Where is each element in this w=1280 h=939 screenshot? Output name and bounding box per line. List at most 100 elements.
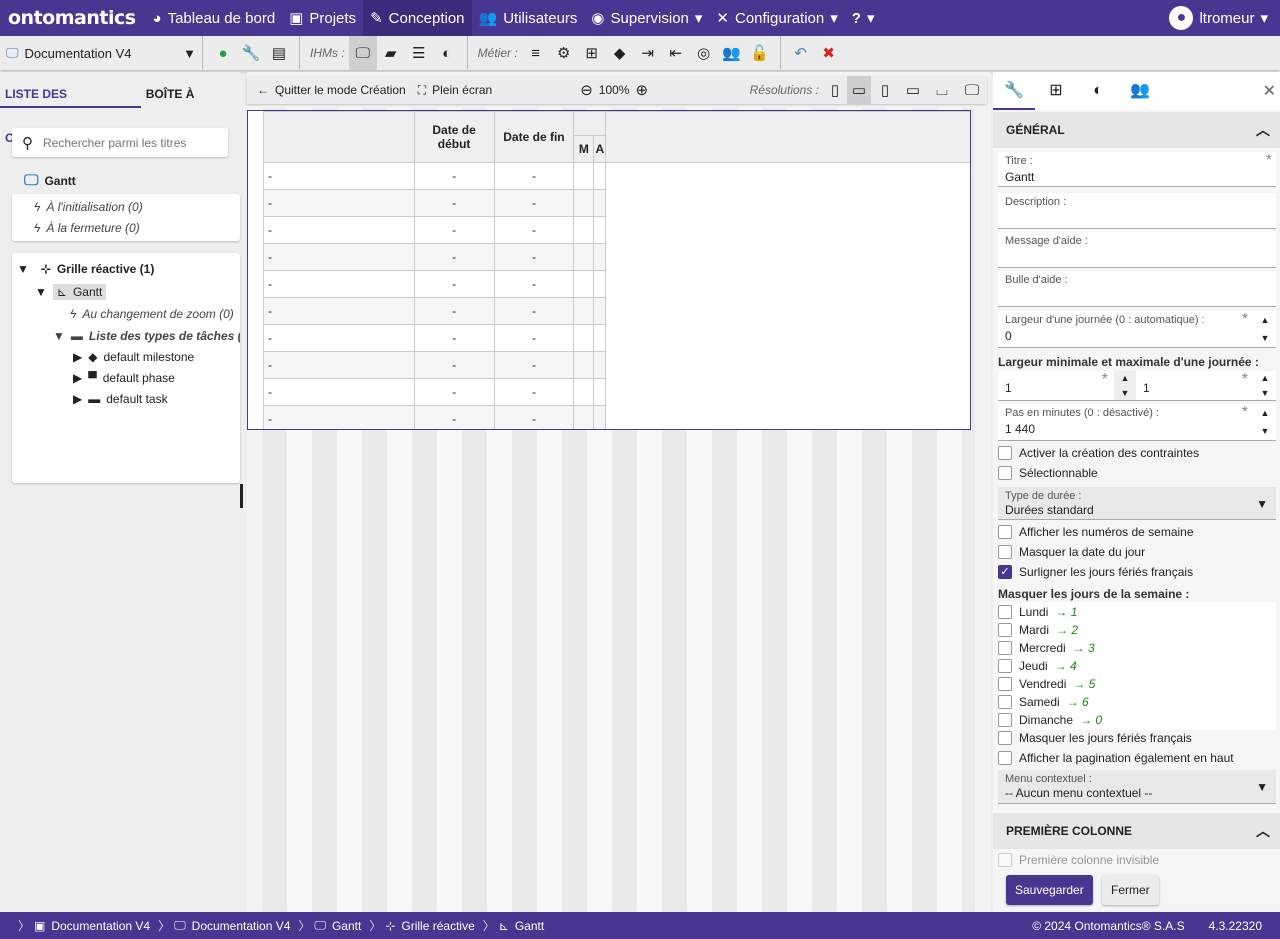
help-message-field[interactable]: Message d'aide : bbox=[998, 232, 1276, 268]
undo-icon[interactable]: ↶ bbox=[787, 36, 815, 70]
root-control[interactable]: 🖵 Gantt bbox=[24, 172, 76, 189]
play-icon[interactable]: ● bbox=[209, 36, 237, 70]
weekday-checkbox[interactable]: Mardi → 2 bbox=[998, 623, 1078, 637]
stepper[interactable]: ▲ ▼ bbox=[1254, 404, 1276, 440]
context-menu-select[interactable]: Menu contextuel : -- Aucun menu contextue… bbox=[998, 770, 1276, 804]
tree-task-types[interactable]: ▼ ▬ Liste des types de tâches (3) bbox=[53, 329, 240, 343]
checkbox[interactable] bbox=[998, 525, 1012, 539]
file-import-icon[interactable]: ⇤ bbox=[662, 36, 690, 70]
day-width-field[interactable]: Largeur d'une journée (0 : automatique) … bbox=[998, 311, 1276, 348]
breadcrumb-item[interactable]: 🖵 Gantt bbox=[298, 917, 371, 934]
step-minutes-field[interactable]: Pas en minutes (0 : désactivé) : 1 440 * ▲ ▼ bbox=[998, 404, 1276, 441]
palette-icon[interactable]: ◐ bbox=[433, 36, 461, 70]
user-menu[interactable]: ● ltromeur ▾ bbox=[1169, 6, 1280, 30]
table-icon[interactable]: ⊞ bbox=[578, 36, 606, 70]
close-button[interactable]: Fermer bbox=[1102, 875, 1159, 905]
first-column-invisible-checkbox[interactable]: Première colonne invisible bbox=[998, 853, 1159, 867]
max-day-width-field[interactable]: 1 * ▲ ▼ bbox=[1136, 371, 1276, 401]
checkbox-option[interactable]: Activer la création des contraintes bbox=[998, 446, 1199, 460]
checkbox[interactable] bbox=[998, 731, 1012, 745]
splitter-handle[interactable] bbox=[240, 484, 243, 508]
checkbox-option[interactable]: ✓ Surligner les jours fériés français bbox=[998, 565, 1193, 579]
nav-users[interactable]: 👥 Utilisateurs bbox=[472, 0, 585, 36]
tree-gantt[interactable]: ▼ ⊾ Gantt bbox=[35, 284, 107, 300]
checkbox[interactable] bbox=[998, 605, 1012, 619]
file-export-icon[interactable]: ⇥ bbox=[634, 36, 662, 70]
tab-controls-list[interactable]: LISTE DES CONTRÔLES bbox=[0, 72, 141, 145]
comment-alert-icon[interactable]: ▰ bbox=[377, 36, 405, 70]
min-day-width-field[interactable]: 1 * ▲ ▼ bbox=[998, 371, 1136, 401]
checkbox[interactable] bbox=[998, 466, 1012, 480]
tablet-portrait-icon[interactable]: ▯ bbox=[871, 76, 899, 104]
checkbox[interactable] bbox=[998, 659, 1012, 673]
table-row[interactable]: --- bbox=[263, 162, 970, 190]
laptop-icon[interactable]: ⌴ bbox=[927, 76, 957, 104]
checkbox[interactable] bbox=[998, 545, 1012, 559]
gantt-preview[interactable]: Date de début Date de fin MA ------------… bbox=[247, 110, 971, 430]
table-row[interactable]: --- bbox=[263, 405, 970, 429]
table-row[interactable]: --- bbox=[263, 189, 970, 217]
checkbox-option[interactable]: Sélectionnable bbox=[998, 466, 1098, 480]
table-icon[interactable]: ⊞ bbox=[1035, 72, 1077, 110]
zoom-in-icon[interactable]: ⊕ bbox=[635, 81, 648, 99]
event-zoom[interactable]: ϟ Au changement de zoom (0) bbox=[70, 307, 234, 321]
weekday-checkbox[interactable]: Dimanche → 0 bbox=[998, 713, 1102, 727]
table-row[interactable]: --- bbox=[263, 216, 970, 244]
tree-milestone[interactable]: ▶ ◆ default milestone bbox=[73, 350, 194, 364]
tooltip-field[interactable]: Bulle d'aide : bbox=[998, 271, 1276, 307]
globe-gear-icon[interactable]: ◎ bbox=[690, 36, 718, 70]
mobile-portrait-icon[interactable]: ▯ bbox=[823, 76, 847, 104]
checkbox[interactable]: ✓ bbox=[998, 565, 1012, 579]
description-field[interactable]: Description : bbox=[998, 193, 1276, 229]
table-row[interactable]: --- bbox=[263, 243, 970, 271]
cogs-icon[interactable]: ⚙ bbox=[550, 36, 578, 70]
title-field[interactable]: Titre : Gantt * bbox=[998, 152, 1276, 187]
fullscreen-button[interactable]: ⛶ Plein écran bbox=[406, 83, 492, 98]
zoom-out-icon[interactable]: ⊖ bbox=[580, 81, 593, 99]
app-select[interactable]: 🖵 Documentation V4 ▼ bbox=[0, 45, 196, 61]
desktop-icon[interactable]: 🖵 bbox=[957, 76, 987, 104]
checkbox[interactable] bbox=[998, 713, 1012, 727]
cancel-icon[interactable]: ✖ bbox=[815, 36, 843, 70]
breadcrumb-item[interactable]: ⊹ Grille réactive bbox=[369, 917, 484, 934]
table-row[interactable]: --- bbox=[263, 324, 970, 352]
unlock-icon[interactable]: 🔓 bbox=[746, 36, 774, 70]
nav-supervision[interactable]: ◉ Supervision ▾ bbox=[584, 0, 709, 36]
event-init[interactable]: ϟ À l'initialisation (0) bbox=[34, 200, 143, 214]
wrench-icon[interactable]: 🔧 bbox=[237, 36, 265, 70]
breadcrumb-item[interactable]: ⊾ Gantt bbox=[483, 917, 554, 934]
breadcrumb-item[interactable]: ▣ Documentation V4 bbox=[18, 917, 160, 934]
stepper[interactable]: ▲ ▼ bbox=[1254, 311, 1276, 347]
newspaper-icon[interactable]: ▤ bbox=[265, 36, 293, 70]
tree-phase[interactable]: ▶ ▀ default phase bbox=[73, 371, 175, 385]
checkbox[interactable] bbox=[998, 677, 1012, 691]
tablet-landscape-icon[interactable]: ▭ bbox=[899, 76, 927, 104]
nav-dashboard[interactable]: ◕ Tableau de bord bbox=[146, 0, 283, 36]
users-gear-icon[interactable]: 👥 bbox=[718, 36, 746, 70]
checkbox-option[interactable]: Afficher la pagination également en haut bbox=[998, 751, 1234, 765]
table-row[interactable]: --- bbox=[263, 378, 970, 406]
palette-icon[interactable]: ◐ bbox=[1077, 72, 1119, 110]
nav-conception[interactable]: ✎ Conception bbox=[363, 0, 472, 36]
event-close[interactable]: ϟ À la fermeture (0) bbox=[34, 221, 140, 235]
nav-projects[interactable]: ▣ Projets bbox=[282, 0, 363, 36]
checkbox[interactable] bbox=[998, 695, 1012, 709]
section-first-column[interactable]: PREMIÈRE COLONNE ︿ bbox=[993, 813, 1280, 849]
weekday-checkbox[interactable]: Lundi → 1 bbox=[998, 605, 1077, 619]
tree-grid[interactable]: ▼ ⊹ Grille réactive (1) bbox=[17, 262, 154, 276]
breadcrumb-item[interactable]: 🖵 Documentation V4 bbox=[158, 917, 300, 934]
table-row[interactable]: --- bbox=[263, 297, 970, 325]
duration-type-select[interactable]: Type de durée : Durées standard ▼ bbox=[998, 487, 1276, 520]
table-row[interactable]: --- bbox=[263, 270, 970, 298]
search-input[interactable] bbox=[43, 135, 213, 150]
nav-configuration[interactable]: ✕ Configuration ▾ bbox=[709, 0, 844, 36]
users-gear-icon[interactable]: 👥 bbox=[1119, 72, 1161, 110]
database-icon[interactable]: ≡ bbox=[522, 36, 550, 70]
cube-icon[interactable]: ◆ bbox=[606, 36, 634, 70]
checkbox[interactable] bbox=[998, 623, 1012, 637]
checkbox-option[interactable]: Afficher les numéros de semaine bbox=[998, 525, 1194, 539]
tree-task[interactable]: ▶ ▬ default task bbox=[73, 392, 168, 406]
weekday-checkbox[interactable]: Jeudi → 4 bbox=[998, 659, 1077, 673]
stepper[interactable]: ▲ ▼ bbox=[1254, 371, 1276, 400]
checkbox-option[interactable]: Masquer la date du jour bbox=[998, 545, 1145, 559]
